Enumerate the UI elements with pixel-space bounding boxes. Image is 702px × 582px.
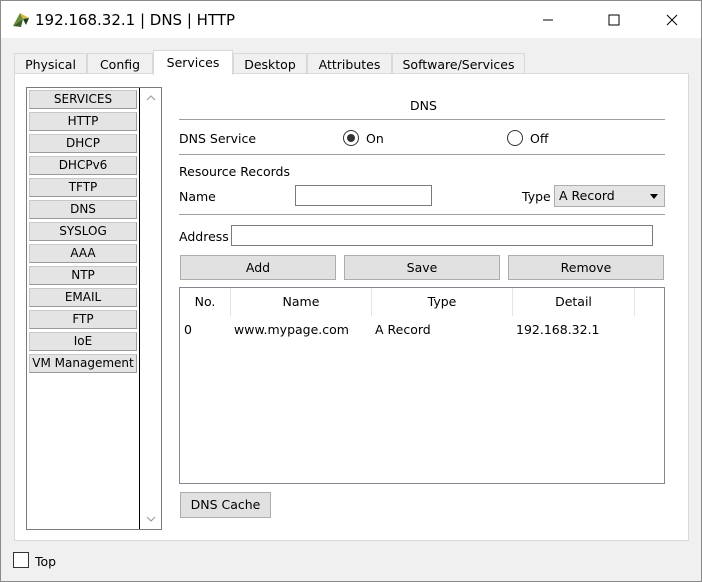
- top-checkbox[interactable]: [13, 552, 29, 568]
- sidebar-item-ntp[interactable]: NTP: [29, 266, 137, 285]
- resource-records-label: Resource Records: [179, 164, 290, 179]
- dns-off-label[interactable]: Off: [530, 131, 548, 147]
- tab-attributes[interactable]: Attributes: [307, 53, 392, 75]
- maximize-icon: [608, 14, 620, 25]
- type-label: Type: [522, 189, 551, 204]
- column-header-type[interactable]: Type: [372, 288, 513, 316]
- type-select[interactable]: A Record: [554, 185, 665, 207]
- dns-off-radio[interactable]: [507, 130, 523, 146]
- name-label: Name: [179, 189, 216, 204]
- table-cell-no: 0: [184, 322, 192, 337]
- radio-selected-dot: [347, 134, 355, 142]
- app-window: 192.168.32.1 | DNS | HTTP Physical Confi…: [0, 0, 702, 582]
- services-list-scrollbar[interactable]: [141, 88, 161, 529]
- tab-physical[interactable]: Physical: [14, 53, 87, 75]
- services-list-items: SERVICES HTTP DHCP DHCPv6 TFTP DNS SYSLO…: [27, 88, 140, 529]
- dns-heading: DNS: [410, 98, 437, 113]
- tab-label: Software/Services: [402, 57, 515, 72]
- sidebar-item-syslog[interactable]: SYSLOG: [29, 222, 137, 241]
- sidebar-item-vm-management[interactable]: VM Management: [29, 354, 137, 373]
- name-input[interactable]: [295, 185, 432, 206]
- sidebar-item-email[interactable]: EMAIL: [29, 288, 137, 307]
- sidebar-item-dns[interactable]: DNS: [29, 200, 137, 219]
- add-button[interactable]: Add: [180, 255, 336, 280]
- sidebar-item-tftp[interactable]: TFTP: [29, 178, 137, 197]
- close-button[interactable]: [649, 1, 695, 38]
- dns-on-label[interactable]: On: [366, 131, 384, 147]
- tab-bar: Physical Config Services Desktop Attribu…: [14, 50, 690, 75]
- sidebar-item-dhcpv6[interactable]: DHCPv6: [29, 156, 137, 175]
- services-list: SERVICES HTTP DHCP DHCPv6 TFTP DNS SYSLO…: [26, 87, 162, 530]
- sidebar-item-dhcp[interactable]: DHCP: [29, 134, 137, 153]
- remove-button[interactable]: Remove: [508, 255, 664, 280]
- tab-services[interactable]: Services: [153, 50, 233, 75]
- tab-label: Desktop: [244, 57, 296, 72]
- table-cell-detail: 192.168.32.1: [516, 322, 600, 337]
- table-cell-type: A Record: [375, 322, 431, 337]
- divider: [179, 119, 665, 120]
- sidebar-item-aaa[interactable]: AAA: [29, 244, 137, 263]
- column-header-name[interactable]: Name: [231, 288, 372, 316]
- type-select-value: A Record: [559, 188, 615, 203]
- title-bar: 192.168.32.1 | DNS | HTTP: [1, 1, 701, 38]
- dns-on-radio[interactable]: [343, 130, 359, 146]
- dropdown-arrow-icon: [650, 194, 658, 199]
- minimize-icon: [543, 19, 553, 20]
- packet-tracer-icon: [11, 10, 31, 30]
- maximize-button[interactable]: [591, 1, 637, 38]
- tab-software-services[interactable]: Software/Services: [392, 53, 525, 75]
- records-table: No. Name Type Detail 0 www.mypage.com A …: [179, 287, 665, 484]
- sidebar-item-http[interactable]: HTTP: [29, 112, 137, 131]
- chevron-down-icon[interactable]: [141, 511, 161, 527]
- tab-label: Config: [99, 57, 141, 72]
- save-button[interactable]: Save: [344, 255, 500, 280]
- sidebar-item-ioe[interactable]: IoE: [29, 332, 137, 351]
- divider: [179, 214, 665, 215]
- sidebar-item-services[interactable]: SERVICES: [29, 90, 137, 109]
- dns-cache-button[interactable]: DNS Cache: [180, 492, 271, 518]
- tab-label: Physical: [25, 57, 76, 72]
- minimize-button[interactable]: [525, 1, 571, 38]
- top-label[interactable]: Top: [35, 554, 56, 570]
- tab-desktop[interactable]: Desktop: [233, 53, 307, 75]
- address-label: Address: [179, 229, 229, 244]
- window-title: 192.168.32.1 | DNS | HTTP: [35, 11, 236, 29]
- tab-label: Services: [166, 55, 220, 70]
- close-icon: [666, 14, 678, 25]
- divider: [179, 154, 665, 155]
- address-input[interactable]: [231, 225, 653, 246]
- chevron-up-icon[interactable]: [141, 90, 161, 106]
- tab-config[interactable]: Config: [87, 53, 153, 75]
- dns-service-label: DNS Service: [179, 131, 257, 146]
- column-header-detail[interactable]: Detail: [513, 288, 635, 316]
- sidebar-item-ftp[interactable]: FTP: [29, 310, 137, 329]
- table-cell-name: www.mypage.com: [234, 322, 349, 337]
- tab-label: Attributes: [318, 57, 381, 72]
- column-header-no[interactable]: No.: [180, 288, 231, 316]
